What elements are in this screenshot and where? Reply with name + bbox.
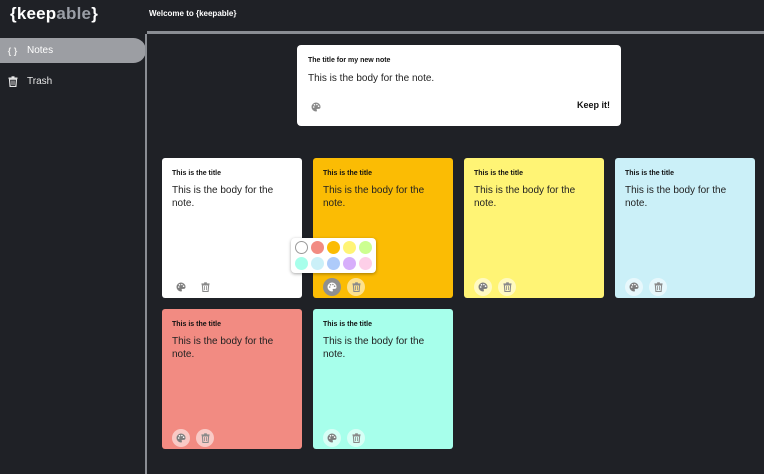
note-actions: [323, 278, 365, 296]
braces-icon: { }: [7, 45, 18, 56]
color-swatch[interactable]: [359, 257, 372, 270]
palette-icon[interactable]: [172, 278, 190, 296]
color-picker: [291, 238, 376, 273]
color-swatch[interactable]: [295, 241, 308, 254]
note-actions: [323, 429, 365, 447]
note-title: This is the title: [172, 321, 222, 328]
header-divider: [147, 31, 764, 34]
color-swatch[interactable]: [359, 241, 372, 254]
palette-icon[interactable]: [311, 99, 321, 117]
palette-icon[interactable]: [323, 278, 341, 296]
note-title: This is the title: [474, 170, 524, 177]
new-note-body-input[interactable]: This is the body for the note.: [308, 73, 434, 84]
note-title: This is the title: [323, 321, 373, 328]
note-actions: [172, 278, 214, 296]
palette-icon[interactable]: [625, 278, 643, 296]
welcome-text: Welcome to {keepable}: [149, 9, 237, 18]
note-actions: [474, 278, 516, 296]
sidebar-item-label: Notes: [27, 45, 54, 56]
trash-icon[interactable]: [196, 278, 214, 296]
new-note-form: The title for my new note This is the bo…: [297, 45, 621, 126]
trash-icon[interactable]: [347, 278, 365, 296]
palette-icon[interactable]: [474, 278, 492, 296]
palette-icon[interactable]: [323, 429, 341, 447]
palette-icon[interactable]: [172, 429, 190, 447]
color-swatch[interactable]: [311, 241, 324, 254]
color-swatch[interactable]: [327, 241, 340, 254]
trash-icon[interactable]: [498, 278, 516, 296]
sidebar-item-notes[interactable]: { } Notes: [0, 38, 146, 63]
note-title: This is the title: [323, 170, 373, 177]
note-title: This is the title: [172, 170, 222, 177]
note-body: This is the body for the note.: [323, 185, 425, 209]
new-note-title-input[interactable]: The title for my new note: [308, 57, 390, 64]
note-body: This is the body for the note.: [474, 185, 576, 209]
note-card[interactable]: This is the title This is the body for th…: [162, 309, 302, 449]
note-card[interactable]: This is the title This is the body for th…: [162, 158, 302, 298]
note-body: This is the body for the note.: [625, 185, 727, 209]
keep-it-button[interactable]: Keep it!: [577, 100, 610, 110]
note-title: This is the title: [625, 170, 675, 177]
sidebar-divider: [145, 34, 147, 474]
sidebar-item-trash[interactable]: Trash: [0, 69, 146, 94]
sidebar: { } Notes Trash: [0, 34, 147, 474]
color-swatch[interactable]: [343, 257, 356, 270]
note-card[interactable]: This is the title This is the body for th…: [464, 158, 604, 298]
color-swatch[interactable]: [343, 241, 356, 254]
color-swatch[interactable]: [327, 257, 340, 270]
trash-icon[interactable]: [649, 278, 667, 296]
note-card[interactable]: This is the title This is the body for th…: [313, 309, 453, 449]
color-swatch[interactable]: [295, 257, 308, 270]
trash-icon[interactable]: [196, 429, 214, 447]
note-body: This is the body for the note.: [172, 336, 274, 360]
note-body: This is the body for the note.: [172, 185, 274, 209]
note-actions: [172, 429, 214, 447]
note-actions: [625, 278, 667, 296]
note-card[interactable]: This is the title This is the body for th…: [615, 158, 755, 298]
note-body: This is the body for the note.: [323, 336, 425, 360]
trash-icon[interactable]: [347, 429, 365, 447]
app-header: {keepable} Welcome to {keepable}: [0, 0, 764, 31]
app-logo[interactable]: {keepable}: [10, 4, 98, 24]
color-swatch[interactable]: [311, 257, 324, 270]
note-card[interactable]: This is the title This is the body for th…: [313, 158, 453, 298]
trash-icon: [6, 75, 19, 89]
sidebar-item-label: Trash: [27, 76, 53, 87]
